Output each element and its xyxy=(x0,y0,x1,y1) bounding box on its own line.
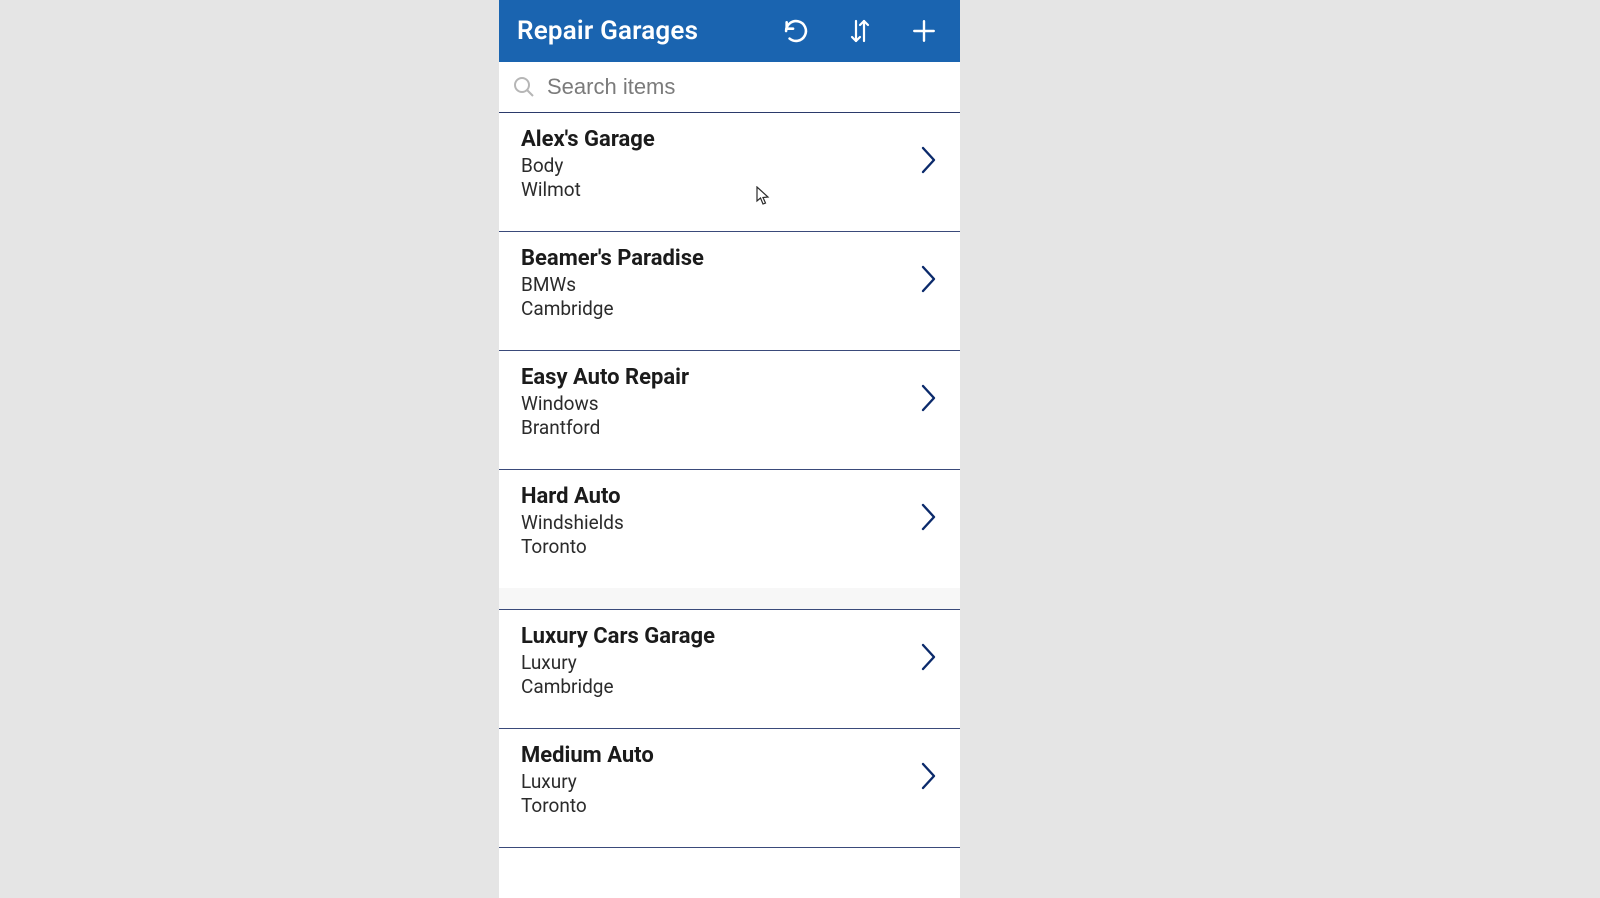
app-frame: Repair Garages xyxy=(499,0,960,898)
list-item-text: Medium AutoLuxuryToronto xyxy=(521,743,908,817)
garage-specialty: Windows xyxy=(521,392,908,415)
garage-location: Wilmot xyxy=(521,178,908,201)
chevron-right-icon xyxy=(918,640,940,674)
chevron-right-icon xyxy=(918,759,940,793)
garage-name: Luxury Cars Garage xyxy=(521,624,908,649)
chevron-right-icon xyxy=(918,381,940,415)
garage-name: Easy Auto Repair xyxy=(521,365,908,390)
garage-location: Toronto xyxy=(521,794,908,817)
garage-specialty: Body xyxy=(521,154,908,177)
list-item-text: Alex's GarageBodyWilmot xyxy=(521,127,908,201)
app-header: Repair Garages xyxy=(499,0,960,62)
list-item-text: Easy Auto RepairWindowsBrantford xyxy=(521,365,908,439)
garage-specialty: Windshields xyxy=(521,511,908,534)
search-bar[interactable] xyxy=(499,62,960,113)
chevron-right-icon xyxy=(918,500,940,534)
garage-name: Medium Auto xyxy=(521,743,908,768)
garage-location: Cambridge xyxy=(521,675,908,698)
list-item[interactable]: Medium AutoLuxuryToronto xyxy=(499,729,960,848)
list-item[interactable]: Easy Auto RepairWindowsBrantford xyxy=(499,351,960,470)
garage-location: Toronto xyxy=(521,535,908,558)
sort-icon[interactable] xyxy=(846,17,874,45)
search-icon xyxy=(511,74,537,100)
chevron-right-icon xyxy=(918,262,940,296)
garage-name: Alex's Garage xyxy=(521,127,908,152)
list-item-text: Luxury Cars GarageLuxuryCambridge xyxy=(521,624,908,698)
add-icon[interactable] xyxy=(910,17,938,45)
garage-specialty: Luxury xyxy=(521,770,908,793)
search-input[interactable] xyxy=(547,74,948,100)
list-item[interactable]: Beamer's ParadiseBMWsCambridge xyxy=(499,232,960,351)
list-item[interactable]: Hard AutoWindshieldsToronto xyxy=(499,470,960,589)
garage-location: Brantford xyxy=(521,416,908,439)
list-item-text: Hard AutoWindshieldsToronto xyxy=(521,484,908,558)
list-item[interactable]: Alex's GarageBodyWilmot xyxy=(499,113,960,232)
refresh-icon[interactable] xyxy=(782,17,810,45)
page-title: Repair Garages xyxy=(517,16,782,46)
garage-specialty: BMWs xyxy=(521,273,908,296)
garage-name: Beamer's Paradise xyxy=(521,246,908,271)
garage-specialty: Luxury xyxy=(521,651,908,674)
list-item-text: Beamer's ParadiseBMWsCambridge xyxy=(521,246,908,320)
chevron-right-icon xyxy=(918,143,940,177)
header-actions xyxy=(782,17,938,45)
garage-location: Cambridge xyxy=(521,297,908,320)
garage-list: Alex's GarageBodyWilmot Beamer's Paradise… xyxy=(499,113,960,898)
list-item[interactable]: Luxury Cars GarageLuxuryCambridge xyxy=(499,610,960,729)
garage-name: Hard Auto xyxy=(521,484,908,509)
